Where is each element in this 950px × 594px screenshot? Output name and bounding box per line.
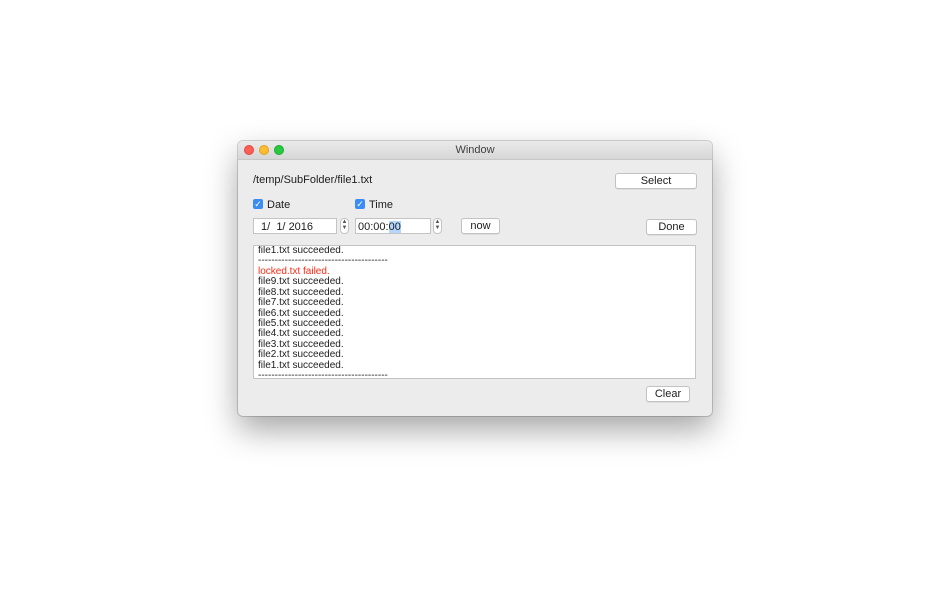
- file-path-label: /temp/SubFolder/file1.txt: [253, 174, 373, 186]
- date-checkbox[interactable]: ✓: [253, 199, 263, 209]
- log-line: ---------------------------------------: [258, 255, 388, 266]
- date-stepper[interactable]: ▲ ▼: [340, 218, 349, 234]
- checkmark-icon: ✓: [356, 199, 364, 209]
- app-window: Window /temp/SubFolder/file1.txt Select …: [238, 141, 712, 416]
- title-bar[interactable]: Window: [238, 141, 712, 160]
- date-checkbox-label: Date: [267, 199, 291, 211]
- now-button[interactable]: now: [461, 218, 500, 234]
- log-line: file9.txt succeeded.: [258, 276, 344, 287]
- time-seconds-selected[interactable]: 00: [388, 221, 401, 233]
- checkmark-icon: ✓: [254, 199, 262, 209]
- date-day[interactable]: 1/: [276, 221, 285, 233]
- log-line: file4.txt succeeded.: [258, 328, 344, 339]
- log-line: ---------------------------------------: [258, 370, 388, 379]
- stepper-icon: ▲ ▼: [341, 219, 348, 231]
- time-field[interactable]: 00:00:00: [355, 218, 431, 234]
- time-stepper[interactable]: ▲ ▼: [433, 218, 442, 234]
- time-checkbox[interactable]: ✓: [355, 199, 365, 209]
- done-button[interactable]: Done: [646, 219, 697, 235]
- log-line: file2.txt succeeded.: [258, 349, 344, 360]
- log-line: file7.txt succeeded.: [258, 297, 344, 308]
- clear-button[interactable]: Clear: [646, 386, 690, 402]
- time-checkbox-label: Time: [369, 199, 394, 211]
- window-title: Window: [455, 144, 495, 156]
- select-button[interactable]: Select: [615, 173, 697, 189]
- date-field[interactable]: 1/ 1/ 2016: [253, 218, 337, 234]
- stepper-icon: ▲ ▼: [434, 219, 441, 231]
- date-year[interactable]: 2016: [289, 221, 313, 233]
- date-month[interactable]: 1/: [261, 221, 270, 233]
- log-text-view[interactable]: file1.txt succeeded. -------------------…: [253, 245, 696, 379]
- time-value[interactable]: 00:00:: [358, 221, 389, 233]
